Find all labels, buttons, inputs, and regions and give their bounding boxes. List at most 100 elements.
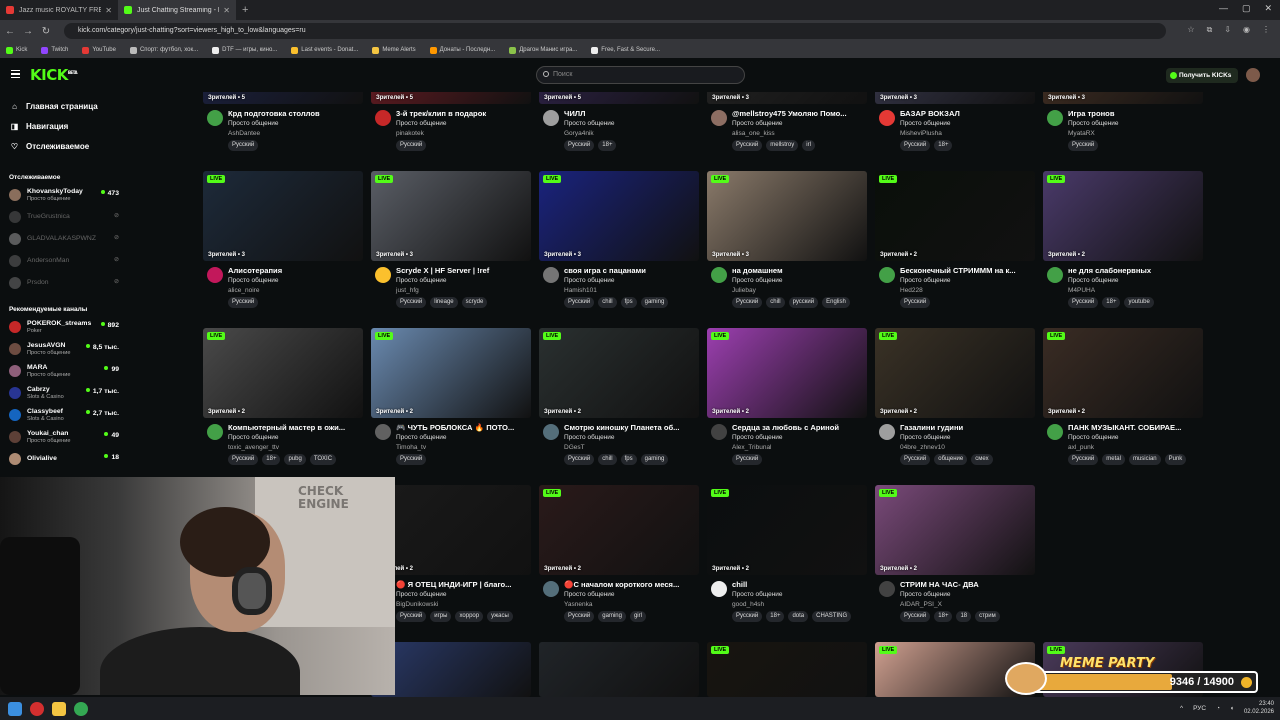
channel-name[interactable]: just_hfg [396, 287, 419, 294]
channel-avatar[interactable] [711, 110, 727, 126]
channel-name[interactable]: alice_noire [228, 287, 259, 294]
stream-category[interactable]: Просто общение [732, 434, 783, 441]
stream-title[interactable]: 🔴С началом короткого меся... [564, 580, 700, 589]
wifi-icon[interactable]: ◔ [1216, 705, 1220, 712]
channel-name[interactable]: Yasnenka [564, 601, 592, 608]
stream-tag[interactable]: scryde [461, 297, 488, 308]
stream-tag[interactable]: Русский [396, 454, 427, 465]
stream-tag[interactable]: CHASTING [812, 611, 852, 622]
stream-tag[interactable]: Русский [1068, 454, 1099, 465]
stream-tag[interactable]: musician [1128, 454, 1161, 465]
minimize-icon[interactable]: — [1219, 3, 1228, 14]
channel-name[interactable]: Gorya4nik [564, 130, 594, 137]
sidebar-nav-item[interactable]: ⌂ Главная страница [0, 96, 128, 116]
following-channel[interactable]: KhovanskyToday Просто общение 473 [0, 184, 128, 206]
stream-thumbnail[interactable]: LIVE Зрителей • 2 [875, 485, 1035, 575]
sidebar-nav-item[interactable]: ♡ Отслеживаемое [0, 136, 128, 156]
stream-tag[interactable]: Русский [396, 611, 427, 622]
stream-category[interactable]: Просто общение [1068, 277, 1119, 284]
stream-thumbnail[interactable]: LIVE Зрителей • 2 [1043, 171, 1203, 261]
stream-title[interactable]: 🎮 ЧУТЬ РОБЛОКСА 🔥 ПОТО... [396, 423, 532, 432]
tray-arrow-icon[interactable]: ^ [1180, 705, 1183, 712]
bookmark-item[interactable]: DTF — игры, кино... [212, 46, 277, 54]
stream-title[interactable]: Газалини гудини [900, 423, 1036, 432]
stream-title[interactable]: на домашнем [732, 266, 868, 275]
url-field[interactable]: kick.com/category/just-chatting?sort=vie… [64, 23, 1166, 39]
chrome-icon[interactable] [74, 701, 88, 716]
stream-category[interactable]: Просто общение [732, 277, 783, 284]
channel-avatar[interactable] [543, 581, 559, 597]
channel-name[interactable]: DGesT [564, 444, 585, 451]
stream-tag[interactable]: TOXIC [309, 454, 337, 465]
stream-tag[interactable]: lineage [430, 297, 458, 308]
following-channel[interactable]: TrueGrustnica ⊘ [0, 206, 128, 228]
bookmark-item[interactable]: Twitch [41, 46, 68, 54]
stream-category[interactable]: Просто общение [900, 591, 951, 598]
stream-thumbnail[interactable]: LIVE [707, 642, 867, 697]
bookmark-item[interactable]: Kick [6, 46, 27, 54]
stream-thumbnail[interactable]: LIVE Зрителей • 2 [707, 485, 867, 575]
stream-tag[interactable]: игры [430, 611, 452, 622]
stream-tag[interactable]: metal [1102, 454, 1125, 465]
stream-tag[interactable]: ужасы [487, 611, 513, 622]
channel-name[interactable]: Timoha_tv [396, 444, 426, 451]
channel-avatar[interactable] [879, 267, 895, 283]
stream-tag[interactable]: English [822, 297, 850, 308]
stream-category[interactable]: Просто общение [900, 434, 951, 441]
stream-category[interactable]: Просто общение [228, 277, 279, 284]
stream-tag[interactable]: chill [598, 454, 617, 465]
stream-title[interactable]: Scryde X | HF Server | !ref [396, 266, 532, 275]
stream-thumbnail[interactable]: LIVE Зрителей • 3 [371, 171, 531, 261]
stream-tag[interactable]: 18+ [934, 611, 953, 622]
stream-thumbnail[interactable]: LIVE Зрителей • 3 [539, 171, 699, 261]
stream-tag[interactable]: gaming [640, 297, 669, 308]
back-icon[interactable]: ← [2, 26, 18, 37]
stream-category[interactable]: Просто общение [564, 277, 615, 284]
stream-tag[interactable]: Русский [396, 297, 427, 308]
recommended-channel[interactable]: Cabrzy Slots & Casino 1,7 тыс. [0, 382, 128, 404]
stream-category[interactable]: Просто общение [564, 591, 615, 598]
stream-tag[interactable]: irl [802, 140, 815, 151]
stream-tag[interactable]: chill [766, 297, 785, 308]
stream-tag[interactable]: Русский [564, 611, 595, 622]
channel-avatar[interactable] [543, 424, 559, 440]
channel-avatar[interactable] [1047, 267, 1063, 283]
stream-title[interactable]: ЧИЛЛ [564, 109, 700, 118]
bookmark-item[interactable]: Meme Alerts [372, 46, 416, 54]
stream-category[interactable]: Просто общение [732, 591, 783, 598]
channel-name[interactable]: alisa_one_kiss [732, 130, 775, 137]
stream-title[interactable]: @mellstroy475 Умоляю Помо... [732, 109, 868, 118]
stream-category[interactable]: Просто общение [1068, 434, 1119, 441]
new-tab-icon[interactable]: + [242, 4, 248, 16]
bookmark-item[interactable]: Free, Fast & Secure... [591, 46, 660, 54]
stream-tag[interactable]: Русский [732, 611, 763, 622]
close-tab-icon[interactable]: ✕ [223, 6, 230, 15]
stream-thumbnail[interactable]: Зрителей • 5 [371, 92, 531, 104]
channel-name[interactable]: Juliebay [732, 287, 756, 294]
stream-tag[interactable]: хоррор [455, 611, 484, 622]
following-channel[interactable]: GLADVALAKASPWNZ ⊘ [0, 228, 128, 250]
channel-avatar[interactable] [375, 110, 391, 126]
stream-title[interactable]: Смотрю киношку Планета об... [564, 423, 700, 432]
channel-avatar[interactable] [207, 267, 223, 283]
channel-avatar[interactable] [711, 581, 727, 597]
maximize-icon[interactable]: ▢ [1242, 3, 1251, 14]
stream-tag[interactable]: Русский [900, 297, 931, 308]
forward-icon[interactable]: → [20, 26, 36, 37]
channel-avatar[interactable] [879, 424, 895, 440]
stream-tag[interactable]: 18+ [1102, 297, 1121, 308]
stream-tag[interactable]: Русский [228, 454, 259, 465]
stream-tag[interactable]: Русский [1068, 140, 1099, 151]
stream-tag[interactable]: Русский [900, 140, 931, 151]
stream-title[interactable]: Крд подготовка столлов [228, 109, 364, 118]
stream-tag[interactable]: fps [620, 454, 637, 465]
stream-title[interactable]: 🔴 Я ОТЕЦ ИНДИ-ИГР | благо... [396, 580, 532, 589]
stream-tag[interactable]: Русский [900, 454, 931, 465]
windows-start-icon[interactable] [8, 701, 22, 716]
stream-thumbnail[interactable]: LIVE Зрителей • 3 [203, 171, 363, 261]
stream-tag[interactable]: gaming [598, 611, 626, 622]
stream-tag[interactable]: Русский [228, 297, 259, 308]
channel-name[interactable]: MisheviPlusha [900, 130, 942, 137]
clock[interactable]: 23:40 02.02.2026 [1244, 700, 1274, 716]
channel-avatar[interactable] [543, 110, 559, 126]
